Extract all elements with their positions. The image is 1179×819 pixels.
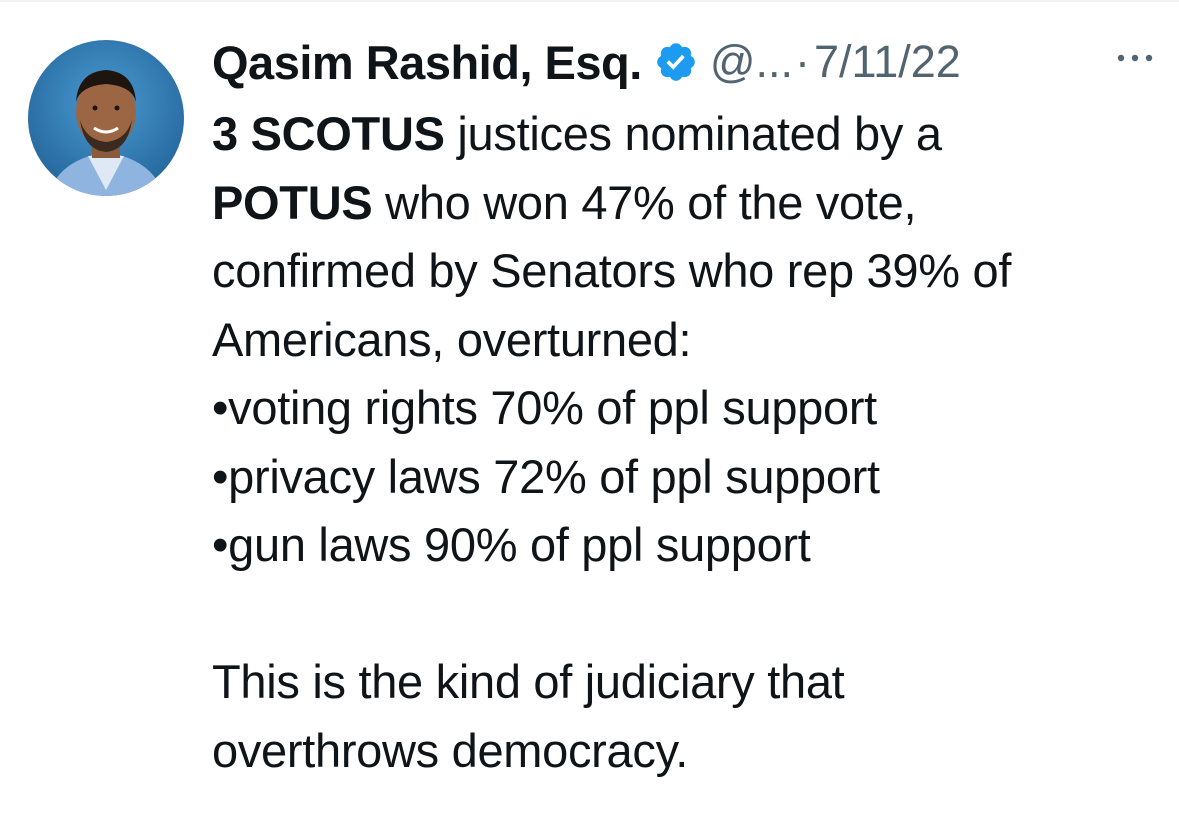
- bullet-item: •voting rights 70% of ppl support: [212, 381, 877, 434]
- more-options-icon[interactable]: [1108, 38, 1162, 78]
- bold-text: 3 SCOTUS: [212, 107, 445, 160]
- verified-badge-icon[interactable]: [654, 40, 698, 84]
- handle[interactable]: @...: [710, 36, 793, 88]
- bullet-item: •gun laws 90% of ppl support: [212, 518, 811, 571]
- text-line: overthrows democracy.: [212, 723, 689, 777]
- tweet-header: Qasim Rashid, Esq. @... · 7/11/22: [212, 32, 1162, 92]
- text-line: This is the kind of judiciary that: [212, 655, 845, 708]
- avatar[interactable]: [28, 40, 184, 196]
- text-span: who won 47% of the vote,: [372, 175, 917, 229]
- bold-text: POTUS: [212, 175, 373, 229]
- text-line: confirmed by Senators who rep 39% of: [212, 244, 1012, 297]
- tweet-text: 3 SCOTUS justices nominated by a POTUS w…: [212, 100, 1162, 785]
- divider: [0, 0, 1179, 2]
- text-line: POTUS who won 47% of the vote,: [212, 169, 1162, 238]
- text-line: 3 SCOTUS justices nominated by a: [212, 100, 1162, 169]
- tweet-date[interactable]: 7/11/22: [814, 36, 961, 88]
- bullet-item: •privacy laws 72% of ppl support: [212, 449, 880, 503]
- display-name[interactable]: Qasim Rashid, Esq.: [212, 35, 642, 90]
- text-span: justices nominated by a: [444, 107, 942, 160]
- tweet[interactable]: Qasim Rashid, Esq. @... · 7/11/22 3 SCOT…: [0, 0, 1179, 819]
- text-line: Americans, overturned:: [212, 312, 692, 366]
- separator: ·: [795, 36, 811, 87]
